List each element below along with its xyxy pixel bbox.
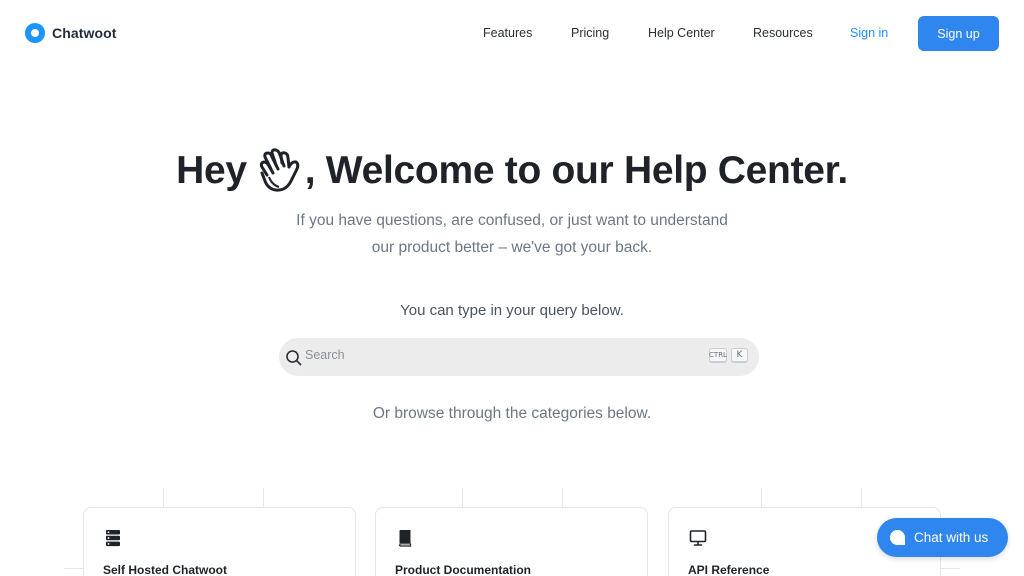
page-title: Hey , Welcome to our Help Center.: [0, 147, 1024, 195]
query-hint: You can type in your query below.: [400, 302, 624, 319]
browse-hint: Or browse through the categories below.: [372, 405, 652, 422]
chat-bubble-icon: [890, 530, 905, 545]
category-title: Self Hosted Chatwoot: [103, 563, 228, 576]
chat-widget-button[interactable]: Chat with us: [877, 518, 1008, 557]
category-card-product-docs[interactable]: Product Documentation: [375, 507, 648, 576]
title-suffix: , Welcome to our Help Center.: [304, 149, 848, 192]
grid-line: [562, 488, 563, 508]
hero-subtitle-line-2: our product better – we've got your back…: [371, 239, 653, 256]
category-title: Product Documentation: [395, 563, 532, 576]
ctrl-key-hint: CTRL: [709, 348, 727, 363]
site-header: Chatwoot Features Pricing Help Center Re…: [0, 0, 1024, 68]
grid-line: [940, 568, 960, 569]
category-card-self-hosted[interactable]: Self Hosted Chatwoot: [83, 507, 356, 576]
grid-line: [462, 488, 463, 508]
sign-up-button[interactable]: Sign up: [918, 16, 999, 51]
chatwoot-logo-icon: [25, 23, 45, 43]
grid-line: [861, 488, 862, 508]
nav-pricing-link[interactable]: Pricing: [571, 26, 609, 40]
search-icon: [286, 350, 302, 366]
chat-widget-label: Chat with us: [914, 530, 989, 545]
nav-resources-link[interactable]: Resources: [753, 26, 813, 40]
grid-line: [163, 488, 164, 508]
title-prefix: Hey: [176, 149, 247, 192]
search-input[interactable]: [305, 348, 685, 362]
logo-text: Chatwoot: [52, 25, 117, 41]
nav-help-center-link[interactable]: Help Center: [648, 26, 715, 40]
monitor-icon: [689, 530, 707, 546]
nav-features-link[interactable]: Features: [483, 26, 532, 40]
k-key-hint: K: [731, 348, 748, 363]
book-icon: [398, 530, 412, 547]
category-title: API Reference: [688, 563, 770, 576]
hero-subtitle-line-1: If you have questions, are confused, or …: [296, 212, 728, 229]
server-icon: [106, 530, 120, 547]
grid-line: [64, 568, 84, 569]
sign-in-link[interactable]: Sign in: [850, 26, 888, 40]
chatwoot-logo[interactable]: Chatwoot: [25, 23, 117, 43]
waving-hand-icon: [259, 148, 300, 192]
grid-line: [761, 488, 762, 508]
search-bar[interactable]: CTRL K: [279, 338, 759, 376]
grid-line: [263, 488, 264, 508]
